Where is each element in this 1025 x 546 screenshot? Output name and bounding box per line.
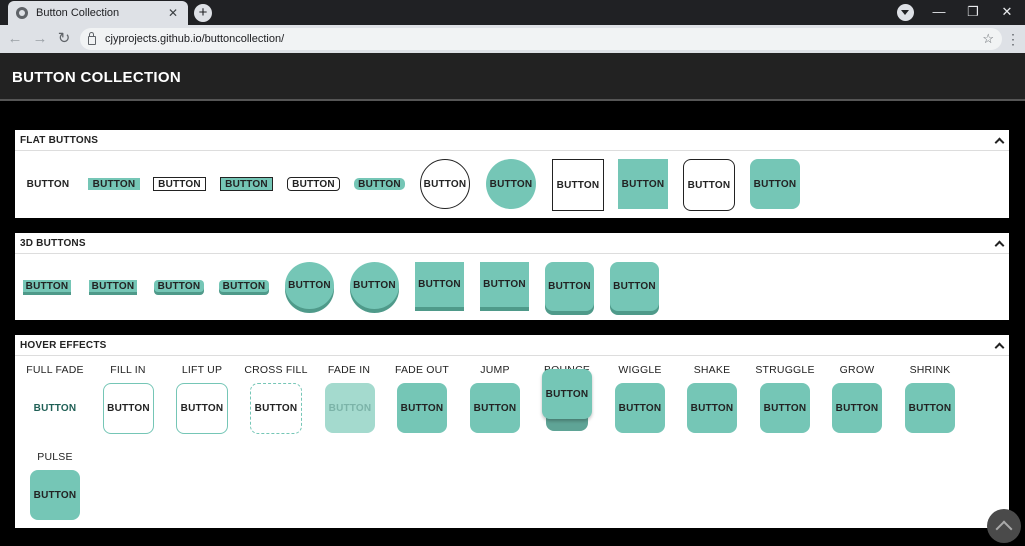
struggle-button[interactable]: BUTTON [760, 383, 810, 433]
effect-label-wiggle: WIGGLE [618, 364, 662, 376]
3d-rounded-button[interactable]: BUTTON [154, 280, 204, 292]
pulse-button[interactable]: BUTTON [30, 470, 80, 520]
minimize-button[interactable]: — [922, 0, 956, 24]
address-bar[interactable]: cjyprojects.github.io/buttoncollection/ … [80, 28, 1002, 50]
3d-circle-button[interactable]: BUTTON [350, 262, 399, 309]
back-arrow-icon[interactable]: ← [6, 30, 24, 48]
3d-rounded-square-button[interactable]: BUTTON [610, 262, 659, 311]
grow-button[interactable]: BUTTON [832, 383, 882, 433]
bookmark-star-icon[interactable]: ☆ [982, 31, 994, 47]
flat-rounded-outline-button[interactable]: BUTTON [287, 177, 340, 191]
effect-label-fade-in: FADE IN [327, 364, 371, 376]
flat-outline-button[interactable]: BUTTON [153, 177, 206, 191]
browser-tab[interactable]: Button Collection ✕ [8, 1, 188, 25]
chevron-up-icon[interactable] [994, 135, 1004, 145]
3d-circle-button[interactable]: BUTTON [285, 262, 334, 309]
close-window-button[interactable]: ✕ [990, 0, 1024, 24]
effect-label-cross-fill: CROSS FILL [244, 364, 308, 376]
lift-up-button[interactable]: BUTTON [176, 383, 228, 434]
flat-buttons-panel: FLAT BUTTONS BUTTON BUTTON BUTTON BUTTON… [15, 130, 1009, 218]
forward-arrow-icon[interactable]: → [31, 30, 49, 48]
profile-icon[interactable] [897, 4, 914, 21]
tab-close-icon[interactable]: ✕ [166, 6, 180, 20]
tab-title: Button Collection [36, 7, 120, 19]
chevron-up-icon[interactable] [994, 340, 1004, 350]
browser-tabstrip: Button Collection ✕ + — ❐ ✕ [0, 0, 1025, 25]
3d-buttons-header[interactable]: 3D BUTTONS [15, 233, 1009, 254]
3d-rounded-button[interactable]: BUTTON [219, 280, 269, 292]
3d-flat-button[interactable]: BUTTON [23, 280, 71, 292]
new-tab-button[interactable]: + [194, 4, 212, 22]
effect-label-pulse: PULSE [37, 451, 73, 463]
effect-label-grow: GROW [839, 364, 875, 376]
chevron-up-icon[interactable] [994, 238, 1004, 248]
fade-out-button[interactable]: BUTTON [397, 383, 447, 433]
flat-buttons-header[interactable]: FLAT BUTTONS [15, 130, 1009, 151]
jump-button[interactable]: BUTTON [470, 383, 520, 433]
flat-text-button[interactable]: BUTTON [21, 177, 75, 191]
effect-label-jump: JUMP [480, 364, 510, 376]
url-text: cjyprojects.github.io/buttoncollection/ [105, 33, 285, 45]
3d-rounded-square-button[interactable]: BUTTON [545, 262, 594, 311]
effect-label-shrink: SHRINK [909, 364, 951, 376]
effect-label-fade-out: FADE OUT [394, 364, 450, 376]
shrink-button[interactable]: BUTTON [905, 383, 955, 433]
flat-filled-outline-button[interactable]: BUTTON [220, 177, 273, 191]
3d-flat-button[interactable]: BUTTON [89, 280, 137, 292]
panel-title: 3D BUTTONS [20, 237, 86, 249]
effect-label-full-fade: FULL FADE [26, 364, 84, 376]
panel-title: FLAT BUTTONS [20, 134, 99, 146]
flat-rounded-square-filled-button[interactable]: BUTTON [750, 159, 800, 209]
effect-label-struggle: STRUGGLE [755, 364, 815, 376]
flat-square-filled-button[interactable]: BUTTON [618, 159, 668, 209]
browser-menu-icon[interactable]: ⋮ [1006, 30, 1020, 48]
shake-button[interactable]: BUTTON [687, 383, 737, 433]
panel-title: HOVER EFFECTS [20, 339, 107, 351]
effect-label-shake: SHAKE [693, 364, 731, 376]
full-fade-button[interactable]: BUTTON [30, 383, 80, 433]
lock-icon [88, 31, 96, 45]
scroll-to-top-button[interactable] [987, 509, 1021, 543]
page-header: BUTTON COLLECTION [0, 53, 1025, 101]
fade-in-button[interactable]: BUTTON [325, 383, 375, 433]
flat-circle-filled-button[interactable]: BUTTON [486, 159, 536, 209]
fill-in-button[interactable]: BUTTON [103, 383, 154, 434]
browser-toolbar: ← → ↻ cjyprojects.github.io/buttoncollec… [0, 25, 1025, 53]
globe-icon [16, 7, 28, 19]
bounce-button[interactable]: BUTTON [542, 369, 592, 419]
wiggle-button[interactable]: BUTTON [615, 383, 665, 433]
flat-square-outline-button[interactable]: BUTTON [552, 159, 604, 211]
flat-rounded-filled-button[interactable]: BUTTON [354, 178, 405, 190]
page-title: BUTTON COLLECTION [12, 69, 181, 86]
flat-filled-button[interactable]: BUTTON [88, 178, 140, 190]
effect-label-lift-up: LIFT UP [181, 364, 223, 376]
reload-icon[interactable]: ↻ [55, 30, 73, 48]
effect-label-fill-in: FILL IN [110, 364, 146, 376]
restore-button[interactable]: ❐ [956, 0, 990, 24]
flat-circle-outline-button[interactable]: BUTTON [420, 159, 470, 209]
3d-buttons-panel: 3D BUTTONS BUTTON BUTTON BUTTON BUTTON B… [15, 233, 1009, 320]
cross-fill-button[interactable]: BUTTON [250, 383, 302, 434]
flat-rounded-square-outline-button[interactable]: BUTTON [683, 159, 735, 211]
hover-effects-panel: HOVER EFFECTS FULL FADE FILL IN LIFT UP … [15, 335, 1009, 528]
3d-square-button[interactable]: BUTTON [480, 262, 529, 311]
hover-effects-header[interactable]: HOVER EFFECTS [15, 335, 1009, 356]
3d-square-button[interactable]: BUTTON [415, 262, 464, 311]
